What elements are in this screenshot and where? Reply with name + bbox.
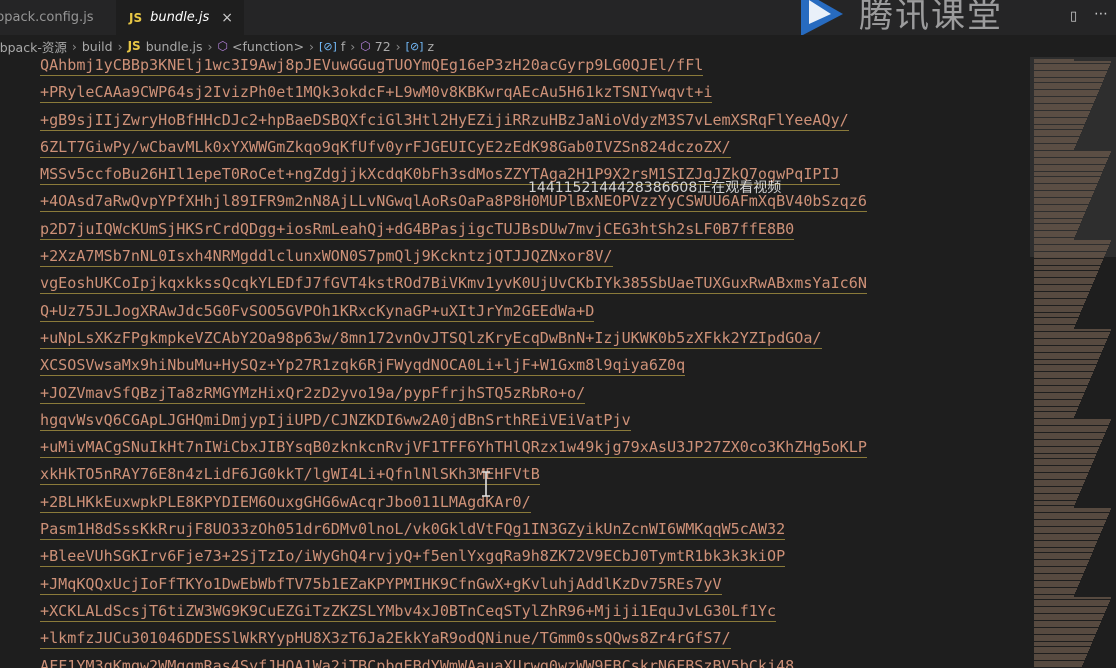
code-line[interactable]: +XCKLALdScsjT6tiZW3WG9K9CuEZGiTzZKZSLYMb…	[40, 603, 867, 630]
chevron-right-icon: ›	[71, 38, 77, 54]
play-logo-icon	[801, 0, 843, 36]
chevron-right-icon: ›	[309, 38, 315, 54]
variable-icon: [⊘]	[319, 39, 337, 53]
function-icon: ⬡	[217, 39, 229, 53]
close-icon[interactable]: ×	[221, 10, 233, 26]
code-line[interactable]: +BleeVUhSGKIrv6Fje73+2SjTzIo/iWyGhQ4rvjy…	[40, 548, 867, 575]
tencent-classroom-watermark: 腾讯课堂	[795, 0, 1085, 36]
breadcrumb-label: z	[427, 38, 435, 54]
breadcrumb-item-f[interactable]: [⊘] f	[319, 39, 345, 54]
chevron-right-icon: ›	[207, 38, 213, 54]
code-line[interactable]: AFF1YM3qKmqw2WMqqmRas4SyfJHOA1Wa2jTBCpbg…	[40, 658, 867, 668]
code-line-text: QAhbmj1yCBBp3KNElj1wc3I9Awj8pJEVuwGGugTU…	[40, 57, 704, 76]
viewer-count-overlay: 1441152144428386608正在观看视频	[528, 180, 782, 196]
code-line[interactable]: +gB9sjIIjZwryHoBfHHcDJc2+hpBaeDSBQXfciGl…	[40, 112, 867, 139]
code-line-text: vgEoshUKCoIpjkqxkkssQcqkYLEDfJ7fGVT4kstR…	[40, 274, 867, 295]
javascript-file-icon: JS	[127, 39, 141, 53]
code-line[interactable]: +uMivMACgSNuIkHt7nIWiCbxJIBYsqB0zknkcnRv…	[40, 439, 867, 466]
breadcrumb-item-function[interactable]: ⬡ <function>	[218, 39, 305, 54]
tab-label: ebpack.config.js	[0, 10, 94, 25]
chevron-right-icon: ›	[117, 38, 123, 54]
code-line-text: +XCKLALdScsjT6tiZW3WG9K9CuEZGiTzZKZSLYMb…	[40, 601, 777, 622]
code-lines: QAhbmj1yCBBp3KNElj1wc3I9Awj8pJEVuwGGugTU…	[40, 57, 867, 668]
breadcrumb-item-72[interactable]: ⬡ 72	[360, 39, 390, 54]
code-line[interactable]: XCSOSVwsaMx9hiNbuMu+HySQz+Yp27R1zqk6RjFW…	[40, 357, 867, 384]
breadcrumb-item-bundle-js[interactable]: JS bundle.js	[128, 39, 203, 54]
code-editor[interactable]: QAhbmj1yCBBp3KNElj1wc3I9Awj8pJEVuwGGugTU…	[0, 57, 1030, 668]
code-line[interactable]: +2XzA7MSb7nNL0Isxh4NRMgddlclunxWON0S7pmQ…	[40, 248, 867, 275]
code-line-text: +2BLHKkEuxwpkPLE8KPYDIEM6OuxgGHG6wAcqrJb…	[40, 492, 531, 513]
code-line[interactable]: xkHkTO5nRAY76E8n4zLidF6JG0kkT/lgWI4Li+Qf…	[40, 466, 867, 493]
code-line[interactable]: Pasm1H8dSssKkRrujF8UO33zOh051dr6DMv0lnoL…	[40, 521, 867, 548]
javascript-file-icon: JS	[129, 10, 143, 25]
code-line-text: +uNpLsXKzFPgkmpkeVZCAbY2Oa98p63w/8mn172v…	[40, 328, 822, 349]
variable-icon: [⊘]	[405, 39, 424, 53]
watermark-text: 腾讯课堂	[859, 0, 1003, 36]
minimap[interactable]	[1030, 57, 1116, 668]
code-line-text: AFF1YM3qKmqw2WMqqmRas4SyfJHOA1Wa2jTBCpbg…	[40, 658, 794, 668]
text-cursor-icon	[482, 471, 490, 497]
code-line-text: xkHkTO5nRAY76E8n4zLidF6JG0kkT/lgWI4Li+Qf…	[40, 465, 540, 486]
breadcrumb-item-folder[interactable]: ebpack-资源	[0, 37, 67, 56]
code-line[interactable]: Q+Uz75JLJogXRAwJdc5G0FvSOO5GVPOh1KRxcKyn…	[40, 303, 867, 330]
breadcrumb-label: ebpack-资源	[0, 39, 67, 55]
code-line-text: hgqvWsvQ6CGApLJGHQmiDmjypIjiUPD/CJNZKDI6…	[40, 410, 631, 431]
split-editor-icon[interactable]: ▯	[1070, 9, 1077, 24]
breadcrumb-item-z[interactable]: [⊘] z	[406, 39, 434, 54]
breadcrumb-label: f	[340, 38, 346, 54]
property-icon: ⬡	[360, 39, 371, 53]
breadcrumb-label: <function>	[232, 38, 305, 54]
breadcrumb-label: build	[81, 38, 113, 54]
code-line[interactable]: +lkmfzJUCu301046DDESSlWkRYypHU8X3zT6Ja2E…	[40, 630, 867, 657]
code-line[interactable]: vgEoshUKCoIpjkqxkkssQcqkYLEDfJ7fGVT4kstR…	[40, 275, 867, 302]
code-line-text: +lkmfzJUCu301046DDESSlWkRYypHU8X3zT6Ja2E…	[40, 629, 731, 650]
code-line-text: +uMivMACgSNuIkHt7nIWiCbxJIBYsqB0zknkcnRv…	[40, 438, 867, 459]
code-line[interactable]: +JMqKQQxUcjIoFfTKYo1DwEbWbfTV75b1EZaKPYP…	[40, 576, 867, 603]
code-line[interactable]: p2D7juIQWcKUmSjHKSrCrdQDgg+iosRmLeahQj+d…	[40, 221, 867, 248]
code-line-text: Pasm1H8dSssKkRrujF8UO33zOh051dr6DMv0lnoL…	[40, 520, 786, 541]
breadcrumb: ebpack-资源 › build › JS bundle.js › ⬡ <fu…	[0, 35, 1116, 57]
code-line-text: 6ZLT7GiwPy/wCbavMLk0xYXWWGmZkqo9qKfUfv0y…	[40, 137, 731, 158]
chevron-right-icon: ›	[395, 38, 401, 54]
more-actions-icon[interactable]: ⋯	[1094, 6, 1108, 22]
code-line-text: +PRyleCAAa9CWP64sj2IvizPh0et1MQk3okdcF+L…	[40, 83, 713, 104]
code-line[interactable]: 6ZLT7GiwPy/wCbavMLk0xYXWWGmZkqo9qKfUfv0y…	[40, 139, 867, 166]
code-line-text: +gB9sjIIjZwryHoBfHHcDJc2+hpBaeDSBQXfciGl…	[40, 110, 849, 131]
code-line-text: XCSOSVwsaMx9hiNbuMu+HySQz+Yp27R1zqk6RjFW…	[40, 356, 686, 377]
code-line[interactable]: +4OAsd7aRwQvpYPfXHhjl89IFR9m2nN8AjLLvNGw…	[40, 193, 867, 220]
tab-bundle-js[interactable]: JS bundle.js ×	[117, 0, 244, 35]
code-line[interactable]: +2BLHKkEuxwpkPLE8KPYDIEM6OuxgGHG6wAcqrJb…	[40, 494, 867, 521]
code-line[interactable]: hgqvWsvQ6CGApLJGHQmiDmjypIjiUPD/CJNZKDI6…	[40, 412, 867, 439]
code-line-text: +JMqKQQxUcjIoFfTKYo1DwEbWbfTV75b1EZaKPYP…	[40, 574, 722, 595]
editor-window: ebpack.config.js JS bundle.js × 腾讯课堂 ▯ ⋯…	[0, 0, 1116, 668]
code-line[interactable]: +uNpLsXKzFPgkmpkeVZCAbY2Oa98p63w/8mn172v…	[40, 330, 867, 357]
code-line-text: Q+Uz75JLJogXRAwJdc5G0FvSOO5GVPOh1KRxcKyn…	[40, 301, 595, 322]
breadcrumb-label: 72	[374, 38, 391, 54]
code-line[interactable]: +PRyleCAAa9CWP64sj2IvizPh0et1MQk3okdcF+L…	[40, 84, 867, 111]
code-line-text: +BleeVUhSGKIrv6Fje73+2SjTzIo/iWyGhQ4rvjy…	[40, 547, 786, 568]
code-line-text: p2D7juIQWcKUmSjHKSrCrdQDgg+iosRmLeahQj+d…	[40, 219, 795, 240]
breadcrumb-item-build[interactable]: build	[82, 39, 113, 54]
chevron-right-icon: ›	[350, 38, 356, 54]
tab-webpack-config[interactable]: ebpack.config.js	[0, 0, 117, 35]
code-line-text: +2XzA7MSb7nNL0Isxh4NRMgddlclunxWON0S7pmQ…	[40, 247, 613, 268]
code-line[interactable]: QAhbmj1yCBBp3KNElj1wc3I9Awj8pJEVuwGGugTU…	[40, 57, 867, 84]
tab-label: bundle.js	[150, 10, 210, 25]
breadcrumb-label: bundle.js	[145, 38, 203, 54]
code-line[interactable]: +JOZVmavSfQBzjTa8zRMGYMzHixQr2zD2yvo19a/…	[40, 385, 867, 412]
code-line-text: +JOZVmavSfQBzjTa8zRMGYMzHixQr2zD2yvo19a/…	[40, 383, 586, 404]
